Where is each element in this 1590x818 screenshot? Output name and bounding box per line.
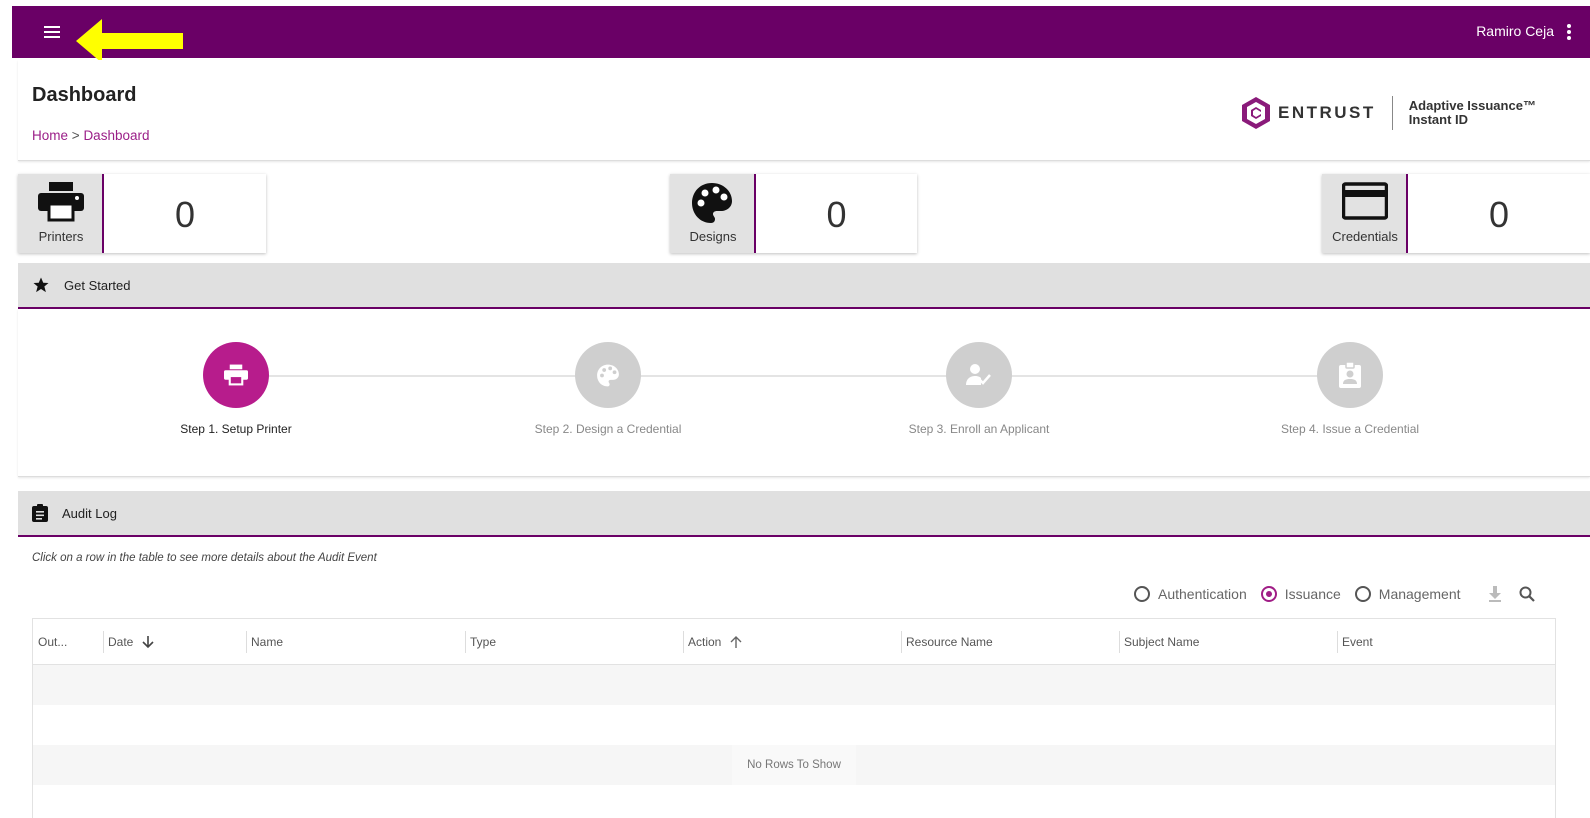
breadcrumb-home-link[interactable]: Home <box>32 128 68 143</box>
printer-icon <box>38 182 84 222</box>
column-label: Name <box>251 634 284 649</box>
get-started-steps: Step 1. Setup Printer Step 2. Design a C… <box>18 309 1590 477</box>
badge-icon <box>1339 362 1361 388</box>
stat-card-credentials[interactable]: Credentials 0 <box>1322 174 1590 253</box>
radio-label: Issuance <box>1284 586 1341 602</box>
breadcrumb: Home > Dashboard <box>32 128 149 143</box>
column-header-type[interactable]: Type <box>465 619 683 664</box>
stat-label: Printers <box>38 229 84 244</box>
breadcrumb-separator: > <box>71 128 80 143</box>
brand-divider <box>1391 96 1393 130</box>
column-header-name[interactable]: Name <box>246 619 465 664</box>
stat-value: 0 <box>826 193 847 235</box>
filter-management-radio[interactable]: Management <box>1354 586 1461 602</box>
brand-product: Adaptive Issuance™ Instant ID <box>1409 99 1536 127</box>
palette-icon <box>692 183 732 223</box>
column-label: Date <box>108 634 134 649</box>
radio-button[interactable] <box>1260 586 1277 602</box>
stat-card-printers[interactable]: Printers 0 <box>18 174 266 253</box>
filter-issuance-radio[interactable]: Issuance <box>1260 586 1341 602</box>
person-check-icon <box>966 364 991 385</box>
grid-header: Out... Date Name Type Action Resource Na… <box>33 619 1555 665</box>
entrust-logo-icon <box>1242 97 1270 129</box>
step-label: Step 1. Setup Printer <box>180 422 292 436</box>
star-icon <box>33 277 49 293</box>
table-row <box>33 665 1555 705</box>
stat-label: Credentials <box>1332 229 1398 244</box>
menu-icon <box>44 26 60 38</box>
arrow-up-icon <box>730 635 742 648</box>
stepper-connector <box>236 375 1350 377</box>
table-row <box>33 785 1555 818</box>
audit-log-panel: Click on a row in the table to see more … <box>18 538 1590 818</box>
brand-name: ENTRUST <box>1278 103 1376 122</box>
step-enroll-applicant[interactable]: Step 3. Enroll an Applicant <box>879 342 1079 436</box>
column-label: Type <box>470 634 497 649</box>
page-title: Dashboard <box>32 84 137 106</box>
brand-product-line1: Adaptive Issuance™ <box>1408 98 1536 113</box>
brand-product-line2: Instant ID <box>1408 112 1469 127</box>
column-label: Out... <box>38 634 68 649</box>
column-header-action[interactable]: Action <box>683 619 901 664</box>
user-name[interactable]: Ramiro Ceja <box>1476 23 1554 39</box>
section-title: Audit Log <box>62 505 117 521</box>
step-design-credential[interactable]: Step 2. Design a Credential <box>508 342 708 436</box>
credit-card-icon <box>1342 182 1388 220</box>
radio-label: Authentication <box>1158 586 1247 602</box>
column-header-event[interactable]: Event <box>1337 619 1555 664</box>
radio-label: Management <box>1378 586 1461 602</box>
stat-value: 0 <box>174 193 196 235</box>
column-label: Resource Name <box>906 634 993 649</box>
column-header-date[interactable]: Date <box>103 619 246 664</box>
table-row <box>33 705 1555 745</box>
column-label: Action <box>688 634 722 649</box>
radio-button[interactable] <box>1354 586 1371 602</box>
get-started-header: Get Started <box>18 263 1590 309</box>
clipboard-icon <box>32 504 48 522</box>
step-setup-printer[interactable]: Step 1. Setup Printer <box>136 342 336 436</box>
step-label: Step 3. Enroll an Applicant <box>908 422 1050 436</box>
column-header-resource-name[interactable]: Resource Name <box>901 619 1119 664</box>
stat-label: Designs <box>689 229 737 244</box>
column-label: Event <box>1342 634 1373 649</box>
step-issue-credential[interactable]: Step 4. Issue a Credential <box>1250 342 1450 436</box>
arrow-down-icon <box>142 635 154 648</box>
column-label: Subject Name <box>1124 634 1200 649</box>
top-app-bar: Ramiro Ceja <box>12 6 1590 63</box>
breadcrumb-current[interactable]: Dashboard <box>83 128 149 143</box>
audit-grid: Out... Date Name Type Action Resource Na… <box>32 618 1556 818</box>
download-icon <box>1488 586 1501 602</box>
no-rows-overlay: No Rows To Show <box>732 745 856 785</box>
annotation-arrow-icon <box>76 19 183 63</box>
section-title: Get Started <box>64 277 131 293</box>
column-header-subject-name[interactable]: Subject Name <box>1119 619 1337 664</box>
stat-value: 0 <box>1488 193 1510 235</box>
search-icon <box>1519 586 1535 602</box>
page-header: Dashboard Home > Dashboard ENTRUST Adapt… <box>18 60 1590 161</box>
column-header-outcome[interactable]: Out... <box>33 619 103 664</box>
printer-icon <box>224 364 248 386</box>
audit-hint-text: Click on a row in the table to see more … <box>32 552 377 564</box>
more-vert-icon[interactable] <box>1564 22 1574 42</box>
step-label: Step 4. Issue a Credential <box>1280 422 1420 436</box>
filter-authentication-radio[interactable]: Authentication <box>1134 586 1247 602</box>
audit-log-header: Audit Log <box>18 491 1590 537</box>
palette-icon <box>597 364 619 386</box>
stat-card-designs[interactable]: Designs 0 <box>670 174 917 253</box>
search-button[interactable] <box>1515 582 1539 606</box>
brand-logo: ENTRUST Adaptive Issuance™ Instant ID <box>1240 96 1536 130</box>
radio-button[interactable] <box>1134 586 1150 602</box>
audit-filters: Authentication Issuance Management <box>1134 582 1539 606</box>
download-button[interactable] <box>1483 582 1507 606</box>
hamburger-menu-button[interactable] <box>40 20 64 44</box>
step-label: Step 2. Design a Credential <box>534 422 682 436</box>
